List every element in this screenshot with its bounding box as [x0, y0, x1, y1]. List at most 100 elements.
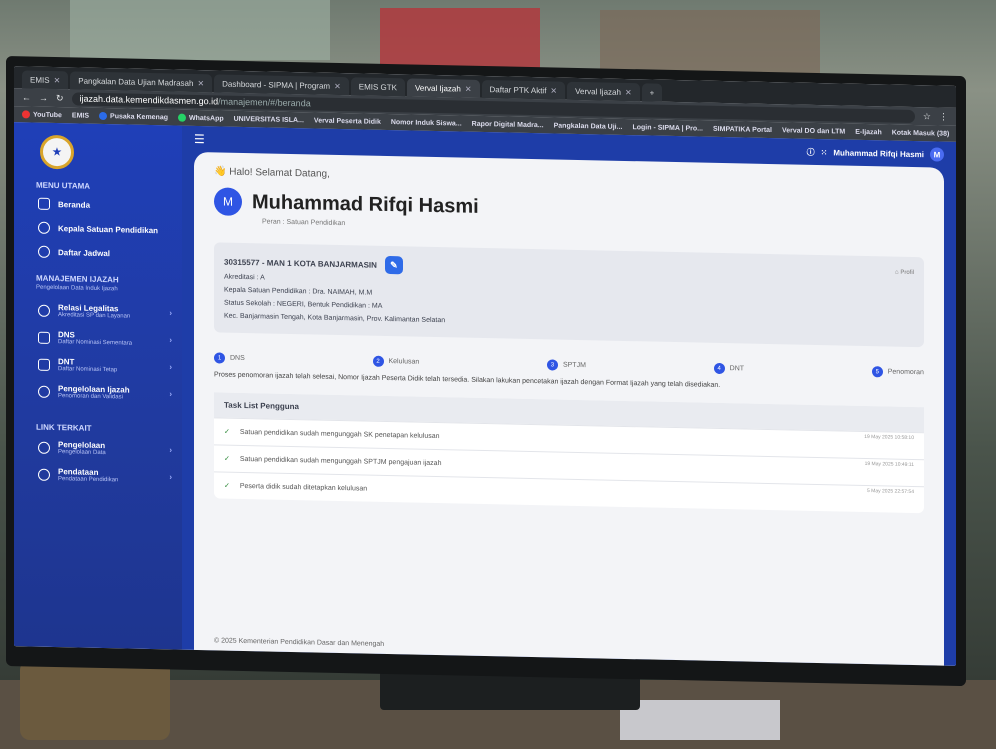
bookmark-label: Verval DO dan LTM — [781, 126, 846, 136]
bookmark-label: Pangkalan Data Uji... — [553, 121, 623, 131]
reload-icon[interactable]: ↻ — [56, 93, 64, 104]
monitor-screen: EMIS ✕ Pangkalan Data Ujian Madrasah ✕ Das… — [14, 66, 956, 666]
chevron-right-icon: › — [169, 335, 172, 345]
task-text: Peserta didik sudah ditetapkan kelulusan — [239, 482, 368, 493]
browser-tab-active[interactable]: Verval Ijazah ✕ — [407, 78, 480, 98]
check-icon: ✓ — [224, 428, 230, 436]
chevron-right-icon: › — [169, 445, 172, 455]
greeting: 👋 Halo! Selamat Datang, — [214, 166, 924, 192]
tab-label: Verval Ijazah — [575, 86, 621, 97]
tab-label: EMIS — [30, 75, 50, 85]
bookmark-item[interactable]: SIMPATIKA Portal — [713, 125, 772, 133]
hamburger-menu-icon[interactable]: ☰ — [194, 132, 205, 146]
bookmark-item[interactable]: Login - SIPMA | Pro... — [632, 124, 703, 132]
step-label: Kelulusan — [388, 358, 420, 366]
sidebar-item-pengelolaan-ijazah[interactable]: Pengelolaan Ijazah Penomoran dan Validasi… — [24, 377, 172, 407]
close-icon[interactable]: ✕ — [54, 75, 61, 84]
sidebar-item-label: Daftar Jadwal — [58, 247, 111, 258]
sidebar-item-label: DNT — [58, 357, 75, 367]
chevron-right-icon: › — [169, 389, 172, 399]
bookmark-item[interactable]: UNIVERSITAS ISLA... — [234, 115, 304, 123]
bookmark-item[interactable]: Kotak Masuk (38) — [892, 129, 950, 137]
task-text: Satuan pendidikan sudah mengunggah SK pe… — [239, 428, 440, 440]
step-sptjm[interactable]: 3 SPTJM — [546, 359, 586, 371]
bookmark-item[interactable]: YouTube — [22, 110, 62, 119]
sidebar-section-title: LINK TERKAIT — [36, 422, 92, 433]
step-kelulusan[interactable]: 2 Kelulusan — [372, 355, 420, 368]
gear-icon — [38, 385, 50, 398]
page-title: Muhammad Rifqi Hasmi — [252, 190, 479, 218]
browser-tab[interactable]: Verval Ijazah ✕ — [567, 81, 640, 102]
bookmark-item[interactable]: WhatsApp — [178, 113, 224, 123]
task-list: Task List Pengguna ✓ Satuan pendidikan su… — [214, 392, 924, 514]
close-icon[interactable]: ✕ — [465, 84, 472, 93]
school-info-panel: 30315577 - MAN 1 KOTA BANJARMASIN ✎ ⌂ Pr… — [214, 242, 924, 348]
sidebar-section-subtitle: Pengelolaan Data Induk Ijazah — [36, 284, 118, 293]
app-shell: ★ MENU UTAMA Beranda Kepala Satuan Pendi… — [14, 122, 956, 666]
bookmark-item[interactable]: Pusaka Kemenag — [99, 111, 169, 121]
monitor-bezel: EMIS ✕ Pangkalan Data Ujian Madrasah ✕ Das… — [6, 56, 966, 687]
chevron-right-icon: › — [169, 362, 172, 372]
back-icon[interactable]: ← — [22, 92, 31, 102]
link-icon — [38, 304, 50, 317]
sidebar-item-dnt[interactable]: DNT Daftar Nominasi Tetap › — [24, 350, 172, 380]
document-icon — [38, 331, 50, 344]
clock-icon — [38, 245, 50, 258]
sidebar-item-relasi[interactable]: Relasi Legalitas Akreditasi SP dan Layana… — [24, 296, 172, 326]
step-label: DNS — [230, 354, 245, 363]
sidebar-item-dns[interactable]: DNS Daftar Nominasi Sementara › — [24, 323, 172, 353]
sidebar-item-kepala[interactable]: Kepala Satuan Pendidikan — [24, 215, 172, 242]
browser-tab[interactable]: Daftar PTK Aktif ✕ — [481, 79, 566, 100]
profile-label: Profil — [900, 269, 914, 277]
bookmark-label: Pusaka Kemenag — [110, 112, 169, 121]
bookmark-item[interactable]: Verval DO dan LTM — [782, 127, 845, 135]
apps-icon[interactable]: ⁙ — [821, 148, 828, 157]
star-icon[interactable]: ☆ — [923, 111, 931, 122]
bookmark-item[interactable]: Nomor Induk Siswa... — [391, 119, 462, 127]
background-window — [70, 0, 330, 60]
close-icon[interactable]: ✕ — [625, 87, 632, 96]
tab-label: Pangkalan Data Ujian Madrasah — [78, 76, 194, 88]
close-icon[interactable]: ✕ — [197, 79, 204, 88]
sidebar-item-beranda[interactable]: Beranda — [24, 191, 172, 218]
step-number: 1 — [214, 352, 225, 364]
bookmark-item[interactable]: Pangkalan Data Uji... — [554, 122, 623, 130]
browser-tab[interactable]: EMIS GTK — [350, 77, 405, 97]
edit-button[interactable]: ✎ — [384, 255, 403, 275]
info-icon[interactable]: ⓘ — [807, 146, 815, 157]
sidebar-item-jadwal[interactable]: Daftar Jadwal — [24, 239, 172, 266]
step-penomoran[interactable]: 5 Penomoran — [871, 366, 924, 378]
browser-tab[interactable]: Pangkalan Data Ujian Madrasah ✕ — [70, 71, 213, 93]
sidebar-item-sub: Penomoran dan Validasi — [58, 393, 123, 401]
user-menu[interactable]: ⓘ ⁙ Muhammad Rifqi Hasmi M — [807, 145, 944, 162]
home-icon: ⌂ — [895, 269, 899, 276]
menu-icon[interactable]: ⋮ — [939, 111, 948, 122]
sidebar-item-pendataan[interactable]: Pendataan Pendataan Pendidikan › — [24, 460, 172, 490]
browser-tab[interactable]: EMIS ✕ — [22, 70, 69, 90]
task-timestamp: 5 May 2025 22:57:54 — [867, 488, 914, 496]
chevron-right-icon: › — [169, 472, 172, 482]
browser-tab[interactable]: Dashboard - SIPMA | Program ✕ — [214, 74, 349, 96]
close-icon[interactable]: ✕ — [334, 81, 341, 90]
step-number: 3 — [546, 359, 558, 371]
sidebar-item-pengelolaan[interactable]: Pengelolaan Pengelolaan Data › — [24, 433, 172, 463]
step-dns[interactable]: 1 DNS — [214, 352, 245, 364]
url-path: /manajemen/#/beranda — [218, 96, 311, 109]
profile-link[interactable]: ⌂ Profil — [895, 267, 914, 280]
app-logo[interactable]: ★ — [40, 134, 74, 170]
dashboard-card: 👋 Halo! Selamat Datang, M Muhammad Rifqi… — [194, 151, 944, 666]
bookmark-label: YouTube — [33, 111, 62, 119]
step-label: DNT — [729, 365, 745, 373]
bookmark-item[interactable]: E-Ijazah — [855, 128, 881, 136]
bookmark-item[interactable]: EMIS — [72, 112, 89, 119]
bookmark-item[interactable]: Rapor Digital Madra... — [472, 120, 544, 129]
task-timestamp: 19 May 2025 10:49:11 — [864, 460, 914, 469]
url-host: ijazah.data.kemendikdasmen.go.id — [79, 93, 219, 107]
new-tab-button[interactable]: + — [641, 83, 663, 102]
forward-icon[interactable]: → — [39, 93, 48, 103]
close-icon[interactable]: ✕ — [550, 86, 557, 95]
step-dnt[interactable]: 4 DNT — [713, 362, 745, 375]
footer: © 2025 Kementerian Pendidikan Dasar dan … — [214, 637, 385, 648]
bookmark-item[interactable]: Verval Peserta Didik — [314, 117, 381, 125]
link-icon — [38, 441, 50, 454]
